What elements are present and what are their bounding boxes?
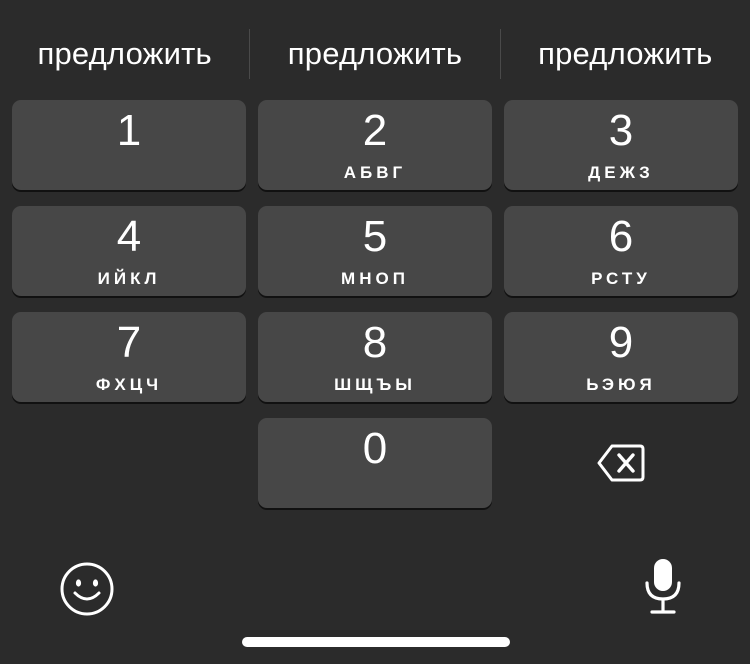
key-letters: МНОП (341, 269, 409, 288)
key-digit: 0 (362, 424, 388, 473)
suggestion-2[interactable]: предложить (250, 36, 499, 72)
backspace-icon (597, 444, 645, 482)
home-indicator[interactable] (242, 637, 510, 647)
key-2[interactable]: 2 АБВГ (258, 100, 492, 190)
key-digit: 4 (116, 212, 142, 261)
key-digit: 1 (116, 106, 142, 155)
key-5[interactable]: 5 МНОП (258, 206, 492, 296)
key-letters: ФХЦЧ (95, 375, 163, 394)
key-letters: ДЕЖЗ (588, 163, 654, 182)
key-3[interactable]: 3 ДЕЖЗ (504, 100, 738, 190)
key-letters: АБВГ (343, 163, 407, 182)
key-letters: РСТУ (591, 269, 651, 288)
key-digit: 5 (362, 212, 388, 261)
key-4[interactable]: 4 ИЙКЛ (12, 206, 246, 296)
microphone-button[interactable] (638, 556, 688, 618)
emoji-button[interactable] (58, 560, 116, 618)
key-digit: 9 (608, 318, 634, 367)
key-8[interactable]: 8 ШЩЪЫ (258, 312, 492, 402)
key-digit: 6 (608, 212, 634, 261)
smiley-face-icon (60, 562, 114, 616)
key-7[interactable]: 7 ФХЦЧ (12, 312, 246, 402)
delete-key[interactable] (504, 418, 738, 508)
suggestion-1[interactable]: предложить (0, 36, 249, 72)
key-digit: 3 (608, 106, 634, 155)
suggestion-bar: предложить предложить предложить (0, 28, 750, 80)
key-1[interactable]: 1 (12, 100, 246, 190)
key-0[interactable]: 0 (258, 418, 492, 508)
key-letters: ЬЭЮЯ (586, 375, 656, 394)
suggestion-3[interactable]: предложить (501, 36, 750, 72)
key-digit: 2 (362, 106, 388, 155)
key-9[interactable]: 9 ЬЭЮЯ (504, 312, 738, 402)
key-letters: ШЩЪЫ (334, 375, 416, 394)
key-6[interactable]: 6 РСТУ (504, 206, 738, 296)
microphone-icon (645, 559, 681, 614)
key-digit: 8 (362, 318, 388, 367)
numeric-keyboard: предложить предложить предложить 1 2 АБВ… (0, 0, 750, 664)
key-letters: ИЙКЛ (97, 269, 161, 288)
key-digit: 7 (116, 318, 142, 367)
